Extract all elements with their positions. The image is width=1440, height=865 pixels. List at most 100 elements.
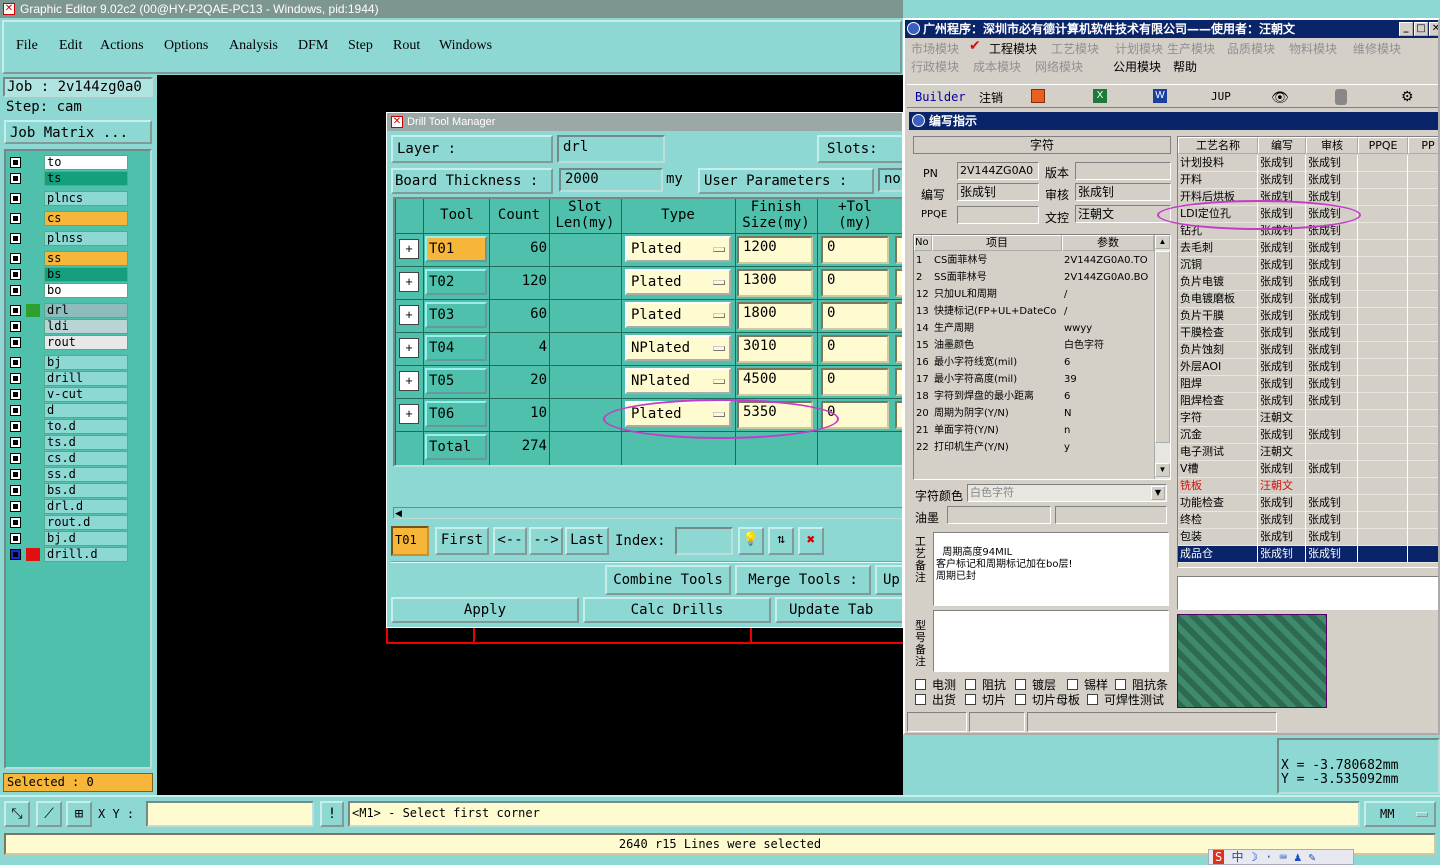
process-row[interactable]: 外层AOI 张成钊 张成钊 [1178, 359, 1438, 376]
process-row[interactable]: 终检 张成钊 张成钊 [1178, 512, 1438, 529]
layer-name[interactable]: bo [44, 283, 128, 298]
layer-name[interactable]: bs [44, 267, 128, 282]
process-row[interactable]: 沉铜 张成钊 张成钊 [1178, 257, 1438, 274]
type-select[interactable]: NPlated [625, 368, 731, 394]
param-row[interactable]: 18 字符到焊盘的最小距离 6 [914, 389, 1154, 406]
tol-field[interactable]: 0 [821, 269, 889, 297]
layer-row[interactable]: plncs [10, 191, 148, 206]
process-row[interactable]: 铣板 汪朝文 [1178, 478, 1438, 495]
logout-button[interactable]: 注销 [979, 89, 1003, 106]
tool-id[interactable]: T01 [425, 236, 487, 262]
tool-id[interactable]: T04 [425, 335, 487, 361]
erp-menu-item[interactable]: 成本模块 [973, 58, 1021, 75]
board-thickness-field[interactable]: 2000 [559, 168, 663, 192]
checkbox[interactable] [915, 679, 926, 690]
menu-dfm[interactable]: DFM [298, 38, 328, 54]
layer-checkbox[interactable] [10, 253, 21, 264]
param-row[interactable]: 12 只加UL和周期 / [914, 287, 1154, 304]
last-button[interactable]: Last [565, 527, 609, 555]
type-select[interactable]: Plated [625, 302, 731, 328]
layer-name[interactable]: cs.d [44, 451, 128, 466]
scroll-up-icon[interactable]: ▲ [1155, 235, 1170, 249]
layer-name[interactable]: drl [44, 303, 128, 318]
layer-checkbox[interactable] [10, 501, 21, 512]
layer-checkbox[interactable] [10, 469, 21, 480]
measure-icon[interactable]: ⟋ [36, 801, 62, 827]
checkbox[interactable] [965, 679, 976, 690]
erp-menu-item[interactable]: 网络模块 [1035, 58, 1083, 75]
process-detail-field[interactable] [1177, 576, 1438, 610]
finish-size-field[interactable]: 1800 [737, 302, 813, 330]
menu-file[interactable]: File [16, 38, 38, 54]
layer-checkbox[interactable] [10, 305, 21, 316]
writer-field[interactable]: 张成钊 [957, 183, 1039, 201]
layer-name[interactable]: d [44, 403, 128, 418]
user-parameters-field[interactable]: no [878, 168, 902, 192]
combine-tools-button[interactable]: Combine Tools [605, 565, 731, 595]
checkbox-item[interactable]: 出货 [915, 691, 956, 708]
layer-name[interactable]: plnss [44, 231, 128, 246]
layer-checkbox[interactable] [10, 453, 21, 464]
layer-row[interactable]: plnss [10, 231, 148, 246]
param-row[interactable]: 22 打印机生产(Y/N) y [914, 440, 1154, 457]
layer-row[interactable]: ss.d [10, 467, 148, 482]
process-row[interactable]: 负电镀磨板 张成钊 张成钊 [1178, 291, 1438, 308]
layer-checkbox[interactable] [10, 405, 21, 416]
layer-row[interactable]: to.d [10, 419, 148, 434]
param-row[interactable]: 2 SS面菲林号 2V144ZG0A0.BO [914, 270, 1154, 287]
scroll-down-icon[interactable]: ▼ [1155, 463, 1170, 477]
db-icon[interactable] [1335, 89, 1347, 105]
layer-row[interactable]: bs.d [10, 483, 148, 498]
type-select[interactable]: NPlated [625, 335, 731, 361]
erp-menu-item[interactable]: 市场模块 [911, 40, 959, 57]
layer-name[interactable]: ldi [44, 319, 128, 334]
calc-drills-button[interactable]: Calc Drills [583, 597, 771, 623]
layer-name[interactable]: drill.d [44, 547, 128, 562]
layer-checkbox[interactable] [10, 389, 21, 400]
row-expand-icon[interactable]: + [399, 272, 419, 292]
erp-menu-item[interactable]: 帮助 [1173, 58, 1197, 75]
erp-menu-item[interactable]: 工程模块 [989, 40, 1037, 57]
tol-field[interactable]: 0 [821, 302, 889, 330]
layer-checkbox[interactable] [10, 269, 21, 280]
layer-checkbox[interactable] [10, 533, 21, 544]
extra-field[interactable] [895, 302, 902, 330]
layer-name[interactable]: ts [44, 171, 128, 186]
layer-row[interactable]: ss [10, 251, 148, 266]
layer-row[interactable]: bj [10, 355, 148, 370]
apply-button[interactable]: Apply [391, 597, 579, 623]
layer-row[interactable]: rout.d [10, 515, 148, 530]
erp-menu-item[interactable]: 物料模块 [1289, 40, 1337, 57]
checkbox[interactable] [1067, 679, 1078, 690]
param-row[interactable]: 20 周期为阴字(Y/N) N [914, 406, 1154, 423]
extra-field[interactable] [895, 269, 902, 297]
process-row[interactable]: 负片电镀 张成钊 张成钊 [1178, 274, 1438, 291]
checkbox[interactable] [915, 694, 926, 705]
process-row[interactable]: LDI定位孔 张成钊 张成钊 [1178, 206, 1438, 223]
layer-checkbox[interactable] [10, 437, 21, 448]
menu-analysis[interactable]: Analysis [229, 38, 278, 54]
erp-menu-item[interactable]: 公用模块 [1113, 58, 1161, 75]
erp-menu-item[interactable]: 行政模块 [911, 58, 959, 75]
process-row[interactable]: 开料后烘板 张成钊 张成钊 [1178, 189, 1438, 206]
param-row[interactable]: 13 快捷标记(FP+UL+DateCo / [914, 304, 1154, 321]
layer-row[interactable]: rout [10, 335, 148, 350]
char-color-select[interactable]: 白色字符 ▼ [967, 484, 1167, 502]
swap-icon[interactable]: ⇅ [768, 527, 794, 555]
process-row[interactable]: 计划投料 张成钊 张成钊 [1178, 155, 1438, 172]
process-row[interactable]: 开料 张成钊 张成钊 [1178, 172, 1438, 189]
erp-menu-item[interactable]: 生产模块 [1167, 40, 1215, 57]
extra-field[interactable] [895, 401, 902, 429]
layer-row[interactable]: bs [10, 267, 148, 282]
menu-options[interactable]: Options [164, 38, 208, 54]
layer-checkbox[interactable] [10, 213, 21, 224]
row-expand-icon[interactable]: + [399, 305, 419, 325]
layer-name[interactable]: bs.d [44, 483, 128, 498]
tools-icon[interactable]: ⚙ [1401, 88, 1414, 105]
checkbox[interactable] [1015, 679, 1026, 690]
menu-edit[interactable]: Edit [59, 38, 82, 54]
process-row[interactable]: 阻焊 张成钊 张成钊 [1178, 376, 1438, 393]
ppt-icon[interactable] [1031, 89, 1045, 103]
layer-row[interactable]: ts [10, 171, 148, 186]
prev-button[interactable]: <-- [493, 527, 527, 555]
